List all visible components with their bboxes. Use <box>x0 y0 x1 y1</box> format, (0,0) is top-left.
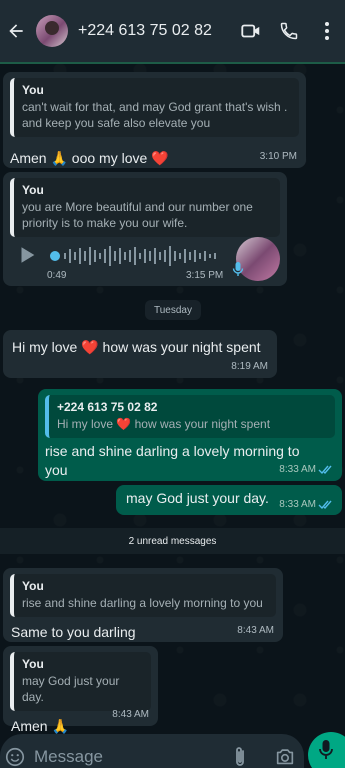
date-separator: Tuesday <box>145 300 201 320</box>
message-text-part: how was your night spent <box>98 339 261 355</box>
message-text-part: Hi my love <box>12 339 82 355</box>
message-bubble-incoming[interactable]: You may God just your day. Amen 🙏 8:43 A… <box>3 646 158 734</box>
message-bubble-incoming[interactable]: You can't wait for that, and may God gra… <box>3 72 306 168</box>
quote-author: You <box>22 83 44 97</box>
quoted-message[interactable]: You can't wait for that, and may God gra… <box>10 78 299 137</box>
message-bubble-outgoing[interactable]: may God just your day. 8:33 AM <box>116 485 342 515</box>
message-time: 8:19 AM <box>231 361 268 372</box>
message-text: Hi my love ❤️ how was your night spent <box>10 338 270 357</box>
voice-call-icon[interactable] <box>277 19 301 43</box>
contact-avatar[interactable] <box>36 15 68 47</box>
heart-emoji: ❤️ <box>81 339 99 355</box>
quoted-message[interactable]: You you are More beautiful and our numbe… <box>10 178 280 237</box>
heart-emoji: ❤️ <box>116 417 132 431</box>
quote-text: you are More beautiful and our number on… <box>22 200 253 230</box>
back-arrow-icon[interactable] <box>4 19 28 43</box>
voice-duration: 0:49 <box>47 270 67 281</box>
message-text: Amen 🙏 ooo my love ❤️ <box>10 149 299 168</box>
read-receipt-icon <box>318 500 332 510</box>
microphone-icon <box>319 740 333 759</box>
message-text-part: Amen <box>10 150 51 166</box>
microphone-icon <box>232 261 244 282</box>
video-call-icon[interactable] <box>239 19 263 43</box>
quote-text: may God just your day. <box>22 674 120 704</box>
message-time: 8:33 AM <box>279 464 316 475</box>
praying-hands-emoji: 🙏 <box>50 150 68 166</box>
more-options-icon[interactable] <box>315 19 339 43</box>
play-icon[interactable] <box>16 244 38 271</box>
chat-header: +224 613 75 02 82 <box>0 0 345 64</box>
quote-text: Hi my love ❤️ how was your night spent <box>57 416 327 432</box>
emoji-icon[interactable] <box>4 746 26 768</box>
attachment-icon[interactable] <box>230 745 250 768</box>
message-text-part: ooo my love <box>67 150 152 166</box>
message-time: 3:10 PM <box>259 151 297 162</box>
quote-author: You <box>22 183 44 197</box>
quoted-message[interactable]: +224 613 75 02 82 Hi my love ❤️ how was … <box>45 395 335 438</box>
message-time: 8:33 AM <box>279 499 316 510</box>
quote-author: You <box>22 579 44 593</box>
quoted-message[interactable]: You rise and shine darling a lovely morn… <box>10 574 276 617</box>
contact-name[interactable]: +224 613 75 02 82 <box>78 22 239 40</box>
message-bubble-incoming[interactable]: You rise and shine darling a lovely morn… <box>3 568 283 642</box>
message-time: 3:15 PM <box>186 270 224 281</box>
message-text-part: Amen <box>11 718 52 734</box>
message-bubble-outgoing[interactable]: +224 613 75 02 82 Hi my love ❤️ how was … <box>38 389 342 481</box>
read-receipt-icon <box>318 465 332 475</box>
unread-messages-divider: 2 unread messages <box>0 528 345 554</box>
camera-icon[interactable] <box>274 746 296 768</box>
quote-author: +224 613 75 02 82 <box>57 400 158 414</box>
quote-author: You <box>22 657 44 671</box>
message-text: Same to you darling <box>11 624 136 640</box>
quote-text-part: Hi my love <box>57 417 117 431</box>
voice-waveform[interactable] <box>50 244 226 268</box>
message-time: 8:43 AM <box>112 709 149 720</box>
heart-emoji: ❤️ <box>151 150 169 166</box>
message-bubble-incoming[interactable]: Hi my love ❤️ how was your night spent 8… <box>3 330 277 378</box>
quote-text: rise and shine darling a lovely morning … <box>22 596 263 610</box>
praying-hands-emoji: 🙏 <box>51 718 69 734</box>
message-input[interactable]: Message <box>34 747 103 767</box>
message-time: 8:43 AM <box>237 625 274 636</box>
quote-text-part: how was your night spent <box>131 417 271 431</box>
quoted-message[interactable]: You may God just your day. <box>10 652 151 711</box>
quote-text: can't wait for that, and may God grant t… <box>22 100 288 130</box>
